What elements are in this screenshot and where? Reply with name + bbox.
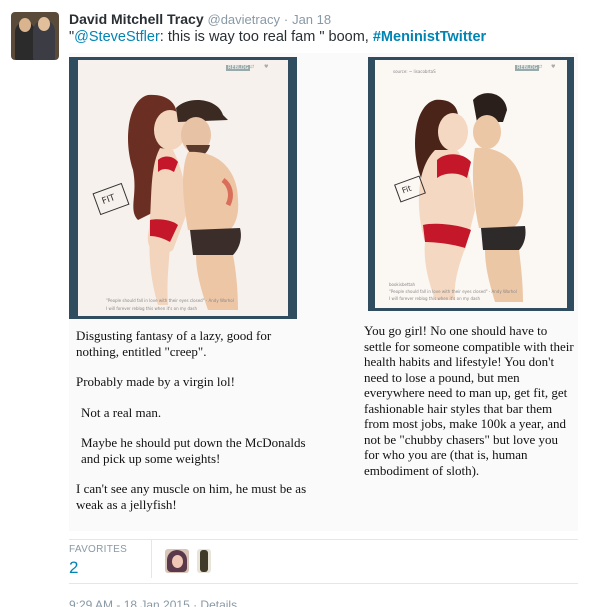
right-footer-line1: bookisbettah	[389, 282, 416, 287]
user-fullname[interactable]: David Mitchell Tracy	[69, 11, 204, 27]
favoriter-avatar-face	[172, 555, 183, 568]
left-panel-frame: REBLOG ⇄ ♥ FIT "People should fall in lo…	[69, 57, 297, 319]
tweet-text: "@SteveStfler: this is way too real fam …	[69, 29, 486, 45]
hashtag-link[interactable]: #MeninistTwitter	[373, 29, 486, 45]
tweet-date[interactable]: Jan 18	[292, 12, 331, 27]
right-illustration	[394, 93, 526, 302]
avatar-face-left	[19, 18, 31, 32]
right-caption: You go girl! No one should have to settl…	[364, 323, 574, 478]
avatar[interactable]	[11, 12, 59, 60]
left-caption-line: Maybe he should put down the McDonalds a…	[81, 435, 306, 466]
left-footer-line1: "People should fall in love with their e…	[106, 298, 234, 303]
mention-link[interactable]: @SteveStfler	[74, 29, 160, 45]
left-footer-line2: I will forever reblog this when it's on …	[106, 306, 198, 311]
left-caption-line: Probably made by a virgin lol!	[76, 374, 235, 389]
tweet-text-middle: : this is way too real fam " boom,	[159, 29, 373, 45]
tweet-header: David Mitchell Tracy @davietracy · Jan 1…	[69, 11, 331, 27]
avatar-face-right	[38, 17, 50, 31]
left-caption-line: Disgusting fantasy of a lazy, good for n…	[76, 328, 272, 359]
tweet-media[interactable]: REBLOG ⇄ ♥ FIT "People should fall in lo…	[69, 53, 578, 531]
right-footer-line3: I will forever reblog this when it's on …	[389, 296, 481, 301]
stats-separator	[151, 540, 152, 578]
favorites-label: FAVORITES	[69, 544, 128, 555]
tweet-timestamp[interactable]: 9:29 AM - 18 Jan 2015 · Details	[69, 598, 237, 607]
right-panel-frame: source: ~ lisacobrtaS REBLOG ⇄ ♥ Fit boo…	[368, 57, 574, 311]
stats-bottom-divider	[69, 583, 578, 584]
header-separator: ·	[283, 12, 289, 27]
left-panel-image: REBLOG ⇄ ♥ FIT "People should fall in lo…	[78, 60, 288, 316]
favoriter-avatar[interactable]	[165, 549, 189, 573]
user-handle[interactable]: @davietracy	[208, 12, 280, 27]
favorites-count[interactable]: 2	[69, 558, 78, 578]
left-illustration	[92, 94, 241, 310]
left-caption: Disgusting fantasy of a lazy, good for n…	[76, 328, 308, 527]
favoriter-avatar-figure	[200, 550, 208, 572]
left-caption-line: Not a real man.	[81, 404, 162, 420]
favoriter-avatar[interactable]	[197, 549, 211, 573]
right-panel-image: source: ~ lisacobrtaS REBLOG ⇄ ♥ Fit boo…	[375, 60, 567, 308]
right-footer-line2: "People should fall in love with their e…	[389, 289, 517, 294]
tweet: David Mitchell Tracy @davietracy · Jan 1…	[0, 0, 589, 607]
stats-top-divider	[69, 539, 578, 540]
left-caption-line: I can't see any muscle on him, he must b…	[76, 481, 307, 512]
